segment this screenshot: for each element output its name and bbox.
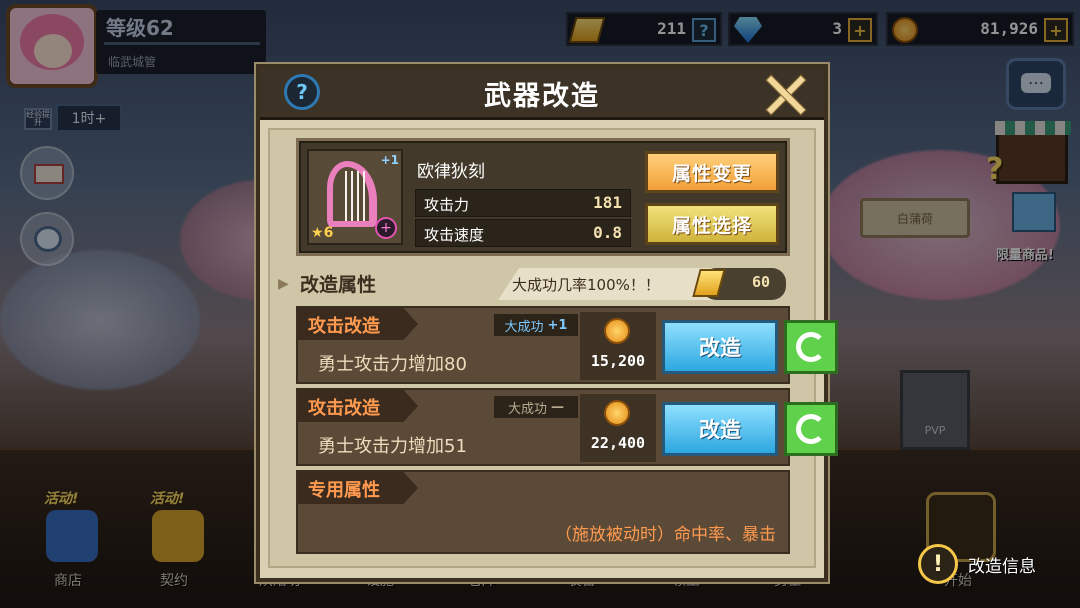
weapon-icon-frame: +1 ★6 + (307, 149, 403, 245)
gold-cost-value: 15,200 (590, 352, 646, 370)
reforge-label: 攻击改造 (308, 398, 380, 419)
stat-label: 攻击速度 (424, 226, 485, 244)
exclusive-text: （施放被动时）命中率、暴击 (555, 525, 776, 545)
reforge-button[interactable]: 改造 (662, 402, 778, 456)
badge-value: +1 (547, 317, 568, 333)
refresh-icon (796, 414, 826, 444)
reforge-description: 勇士攻击力增加51 (318, 436, 467, 457)
stat-value: 181 (593, 193, 622, 212)
section-title: 改造属性 (300, 274, 377, 296)
reforge-row: 攻击改造 大成功 +1 勇士攻击力增加80 15,200 改造 (296, 306, 838, 384)
refresh-button[interactable] (784, 402, 838, 456)
dialog-header: ? 武器改造 (260, 68, 824, 120)
harp-strings (341, 171, 365, 221)
reforge-section-header: ▶ 改造属性 大成功几率100%！！ 60 (278, 268, 808, 300)
weapon-card: +1 ★6 + 欧律狄刻 攻击力 181 攻击速度 0.8 属性变更 属性选择 (296, 138, 790, 256)
select-attributes-button[interactable]: 属性选择 (645, 203, 779, 245)
success-rate-text: 大成功几率100%！！ (512, 276, 660, 294)
reforge-label: 攻击改造 (308, 316, 380, 337)
exclusive-label: 专用属性 (308, 480, 380, 501)
reforge-info-button[interactable]: ! 改造信息 (918, 544, 1058, 584)
weapon-name: 欧律狄刻 (417, 162, 485, 182)
weapon-star-rank: ★6 (311, 225, 334, 241)
change-attributes-button[interactable]: 属性变更 (645, 151, 779, 193)
gold-cost: 15,200 (580, 312, 656, 380)
gold-cost: 22,400 (580, 394, 656, 462)
close-button[interactable] (762, 72, 806, 116)
reforge-description: 勇士攻击力增加80 (318, 354, 467, 375)
ticket-cost-pill: 60 (692, 268, 786, 300)
weapon-star-count: 6 (323, 225, 334, 241)
reforge-label-tab: 攻击改造 (298, 390, 418, 422)
weapon-emblem-icon: + (375, 217, 397, 239)
gold-coin-icon (604, 318, 630, 344)
info-exclamation-icon: ! (918, 544, 958, 584)
weapon-plus-level: +1 (380, 153, 399, 167)
great-success-badge: 大成功 — (494, 396, 578, 418)
reforge-row: 攻击改造 大成功 — 勇士攻击力增加51 22,400 改造 (296, 388, 838, 466)
exclusive-attribute: 专用属性 （施放被动时）命中率、暴击 (296, 470, 790, 554)
gold-coin-icon (604, 400, 630, 426)
gold-cost-value: 22,400 (590, 434, 646, 452)
section-arrow-icon: ▶ (278, 276, 289, 292)
dialog-title: 武器改造 (484, 81, 600, 112)
badge-value: — (551, 399, 564, 415)
great-success-badge: 大成功 +1 (494, 314, 578, 336)
dialog-body: +1 ★6 + 欧律狄刻 攻击力 181 攻击速度 0.8 属性变更 属性选择 … (268, 128, 838, 568)
reforge-label-tab: 攻击改造 (298, 308, 418, 340)
stat-row-attack: 攻击力 181 (415, 189, 631, 217)
reforge-button[interactable]: 改造 (662, 320, 778, 374)
exclusive-label-tab: 专用属性 (298, 472, 418, 504)
stat-label: 攻击力 (424, 196, 470, 214)
stat-value: 0.8 (593, 223, 622, 242)
badge-text: 大成功 (504, 319, 544, 335)
stat-row-attack-speed: 攻击速度 0.8 (415, 219, 631, 247)
badge-text: 大成功 (507, 401, 547, 417)
ticket-cost: 60 (751, 273, 770, 291)
refresh-icon (796, 332, 826, 362)
weapon-reforge-dialog: ? 武器改造 +1 ★6 + 欧律狄刻 攻击力 181 攻击速度 0.8 属性变… (256, 64, 838, 582)
reforge-info-label: 改造信息 (968, 557, 1036, 577)
refresh-button[interactable] (784, 320, 838, 374)
